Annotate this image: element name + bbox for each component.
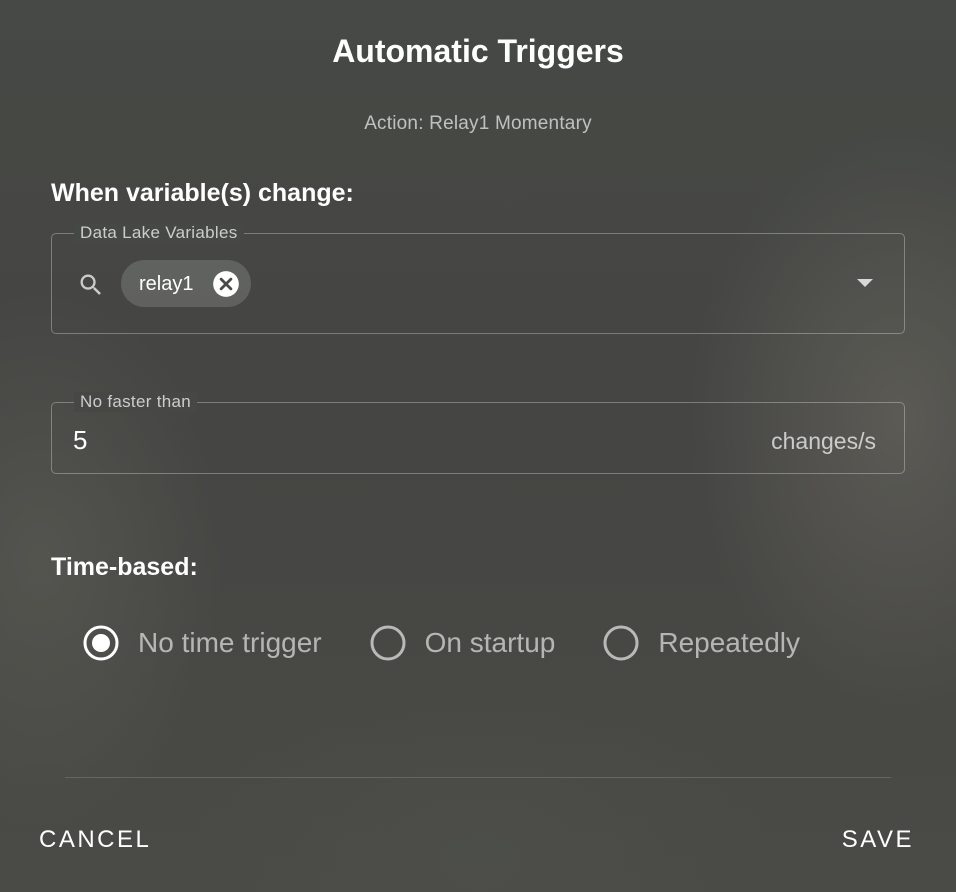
rate-unit-suffix: changes/s (771, 428, 876, 454)
automatic-triggers-dialog: Automatic Triggers Action: Relay1 Moment… (0, 0, 956, 892)
variables-section-heading: When variable(s) change: (51, 179, 354, 207)
radio-unchecked-icon[interactable] (602, 624, 640, 662)
no-faster-than-label: No faster than (74, 392, 197, 412)
no-faster-than-field[interactable]: No faster than 5 changes/s (51, 392, 905, 474)
dialog-subtitle: Action: Relay1 Momentary (364, 113, 592, 134)
chip-remove-icon[interactable] (212, 270, 240, 298)
cancel-button[interactable]: CANCEL (39, 822, 151, 858)
variable-chip-label: relay1 (139, 272, 194, 295)
dialog-title: Automatic Triggers (332, 33, 624, 69)
radio-option-on-startup[interactable]: On startup (369, 621, 556, 665)
radio-label-on-startup: On startup (424, 627, 556, 658)
time-based-section-heading: Time-based: (51, 553, 198, 581)
save-button[interactable]: SAVE (842, 822, 914, 858)
radio-option-repeatedly[interactable]: Repeatedly (602, 621, 800, 665)
data-lake-variables-field[interactable]: Data Lake Variables relay1 (51, 223, 905, 334)
radio-label-no-time-trigger: No time trigger (138, 627, 322, 658)
time-trigger-radio-group: No time trigger On startup Repeatedly (82, 621, 800, 665)
variable-chip-relay1[interactable]: relay1 (121, 260, 251, 307)
arrow-drop-down-icon[interactable] (856, 277, 874, 289)
rate-value-input[interactable]: 5 (73, 425, 673, 455)
radio-option-no-time-trigger[interactable]: No time trigger (82, 621, 322, 665)
footer-divider (65, 777, 891, 778)
radio-checked-icon[interactable] (82, 624, 120, 662)
search-icon (80, 274, 101, 295)
data-lake-variables-label: Data Lake Variables (74, 223, 244, 243)
radio-unchecked-icon[interactable] (369, 624, 407, 662)
radio-label-repeatedly: Repeatedly (658, 627, 801, 658)
